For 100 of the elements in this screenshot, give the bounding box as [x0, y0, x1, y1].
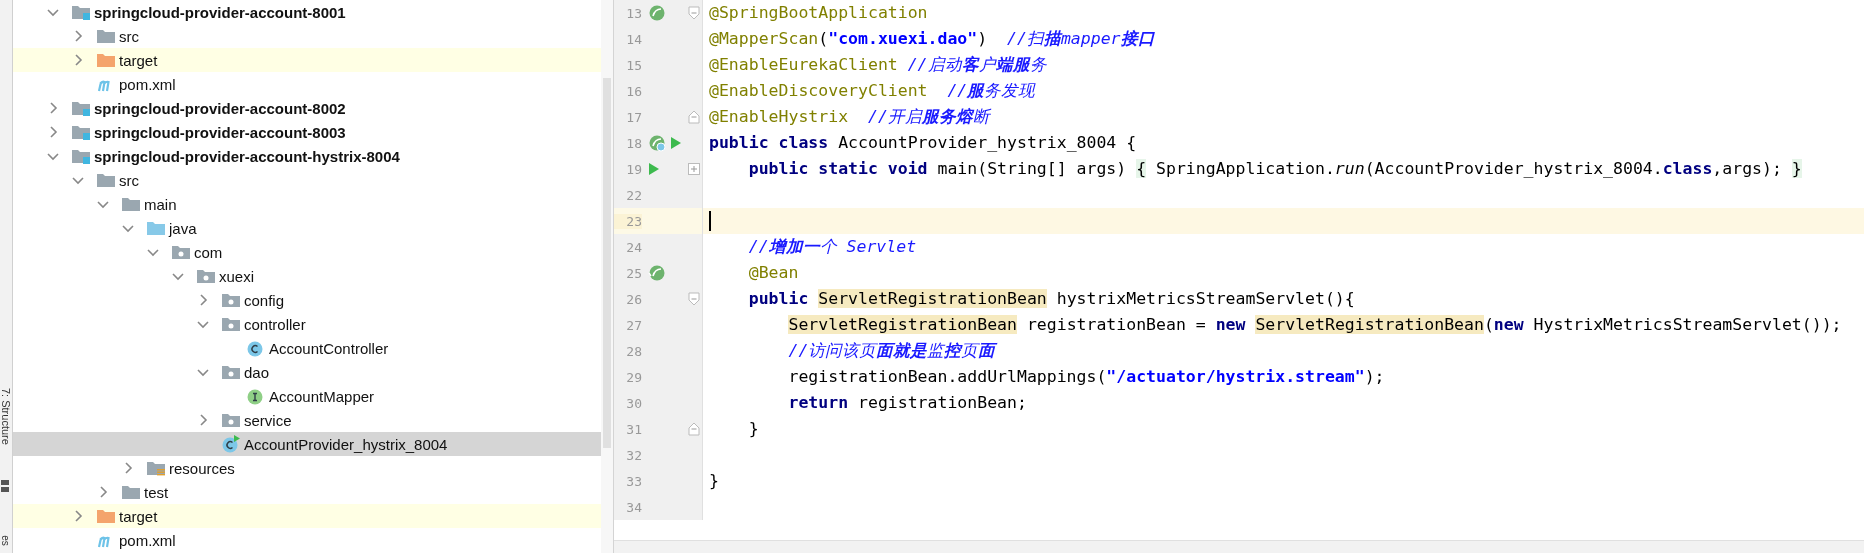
tree-item[interactable]: src: [13, 24, 601, 48]
chevron-icon[interactable]: [72, 510, 84, 522]
chevron-icon[interactable]: [172, 270, 184, 282]
code-line: //增加一个 Servlet: [747, 236, 917, 258]
chevron-icon[interactable]: [47, 126, 59, 138]
tree-item[interactable]: main: [13, 192, 601, 216]
line-number: 17: [625, 109, 642, 125]
favorites-tab[interactable]: es: [0, 535, 11, 546]
code-line: return registrationBean;: [787, 392, 1027, 414]
tree-item[interactable]: config: [13, 288, 601, 312]
chevron-icon[interactable]: [47, 102, 59, 114]
code-line: @MapperScan("com.xuexi.dao") //扫描mapper接口: [709, 28, 1155, 50]
folder-icon: [96, 508, 116, 524]
tree-item[interactable]: service: [13, 408, 601, 432]
chevron-icon[interactable]: [197, 414, 209, 426]
runnable-class-icon: [221, 435, 241, 453]
line-number: 33: [625, 473, 642, 489]
chevron-icon[interactable]: [47, 6, 59, 18]
tree-item[interactable]: springcloud-provider-account-hystrix-8004: [13, 144, 601, 168]
folder-icon: [171, 244, 191, 260]
folder-icon: [221, 292, 241, 308]
line-number: 34: [625, 499, 642, 515]
code-line: }: [709, 470, 719, 492]
fold-marker-icon[interactable]: [688, 422, 700, 436]
folder-icon: [221, 364, 241, 380]
code-line: }: [747, 418, 759, 440]
run-icon[interactable]: [648, 162, 660, 176]
chevron-icon[interactable]: [47, 150, 59, 162]
leaf-icon[interactable]: [648, 4, 666, 22]
tree-item[interactable]: src: [13, 168, 601, 192]
line-number: 30: [625, 395, 642, 411]
spring-class-icon[interactable]: [648, 134, 666, 152]
line-number: 13: [625, 5, 642, 21]
folder-icon: [221, 412, 241, 428]
line-number: 19: [625, 161, 642, 177]
tree-item[interactable]: springcloud-provider-account-8002: [13, 96, 601, 120]
chevron-icon[interactable]: [122, 222, 134, 234]
chevron-icon[interactable]: [197, 366, 209, 378]
line-number: 27: [625, 317, 642, 333]
chevron-icon[interactable]: [97, 486, 109, 498]
module-folder-icon: [71, 124, 91, 140]
tree-item[interactable]: AccountController: [13, 336, 601, 360]
folder-icon: [221, 316, 241, 332]
folder-icon: [121, 196, 141, 212]
folder-icon: [196, 268, 216, 284]
horizontal-scrollbar[interactable]: [614, 540, 1864, 553]
line-number: 22: [625, 187, 642, 203]
tree-item[interactable]: springcloud-provider-account-8001: [13, 0, 601, 24]
tree-item[interactable]: target: [13, 504, 601, 528]
tree-item[interactable]: AccountProvider_hystrix_8004: [13, 432, 601, 456]
code-line: public class AccountProvider_hystrix_8004 {: [709, 132, 1137, 154]
tree-item[interactable]: java: [13, 216, 601, 240]
tree-item[interactable]: test: [13, 480, 601, 504]
tree-item[interactable]: dao: [13, 360, 601, 384]
chevron-icon[interactable]: [72, 30, 84, 42]
code-line: public ServletRegistrationBean hystrixMetricsStreamServlet(){: [747, 288, 1355, 310]
fold-marker-icon[interactable]: [688, 292, 700, 306]
tree-item[interactable]: springcloud-provider-account-8003: [13, 120, 601, 144]
chevron-icon[interactable]: [72, 174, 84, 186]
chevron-icon[interactable]: [147, 246, 159, 258]
fold-marker-icon[interactable]: [688, 6, 700, 20]
tree-item[interactable]: target: [13, 48, 601, 72]
folder-icon: [96, 52, 116, 68]
line-number: 31: [625, 421, 642, 437]
tree-item[interactable]: pom.xml: [13, 72, 601, 96]
line-number: 24: [625, 239, 642, 255]
tree-item[interactable]: resources: [13, 456, 601, 480]
tree-item[interactable]: AccountMapper: [13, 384, 601, 408]
chevron-icon[interactable]: [97, 198, 109, 210]
line-number: 32: [625, 447, 642, 463]
tree-item[interactable]: com: [13, 240, 601, 264]
folder-icon: [96, 28, 116, 44]
folder-icon: [121, 484, 141, 500]
chevron-icon[interactable]: [197, 294, 209, 306]
line-number: 16: [625, 83, 642, 99]
line-number: 15: [625, 57, 642, 73]
folder-icon: [146, 460, 166, 476]
code-line: public static void main(String[] args) { SpringApplication.run(AccountProvider_hystrix_8004.class,args); }: [747, 158, 1802, 180]
chevron-icon[interactable]: [72, 54, 84, 66]
code-line: @Bean: [747, 262, 799, 284]
fold-marker-icon[interactable]: [688, 110, 700, 124]
structure-tab[interactable]: 7: Structure: [0, 388, 12, 464]
code-line: @SpringBootApplication: [709, 2, 928, 24]
leaf-icon[interactable]: [648, 264, 666, 282]
line-number: 18: [625, 135, 642, 151]
tree-item[interactable]: pom.xml: [13, 528, 601, 552]
code-line: @EnableEurekaClient //启动客户端服务: [709, 54, 1047, 76]
text-caret: [709, 211, 711, 231]
expand-fold-icon[interactable]: [688, 163, 700, 175]
tree-item[interactable]: controller: [13, 312, 601, 336]
line-number: 14: [625, 31, 642, 47]
line-number: 26: [625, 291, 642, 307]
chevron-icon[interactable]: [197, 318, 209, 330]
tree-item[interactable]: xuexi: [13, 264, 601, 288]
chevron-icon[interactable]: [122, 462, 134, 474]
run-icon[interactable]: [670, 136, 682, 150]
module-folder-icon: [71, 148, 91, 164]
code-line: @EnableHystrix //开启服务熔断: [709, 106, 990, 128]
line-number: 29: [625, 369, 642, 385]
structure-icon: [1, 480, 9, 492]
